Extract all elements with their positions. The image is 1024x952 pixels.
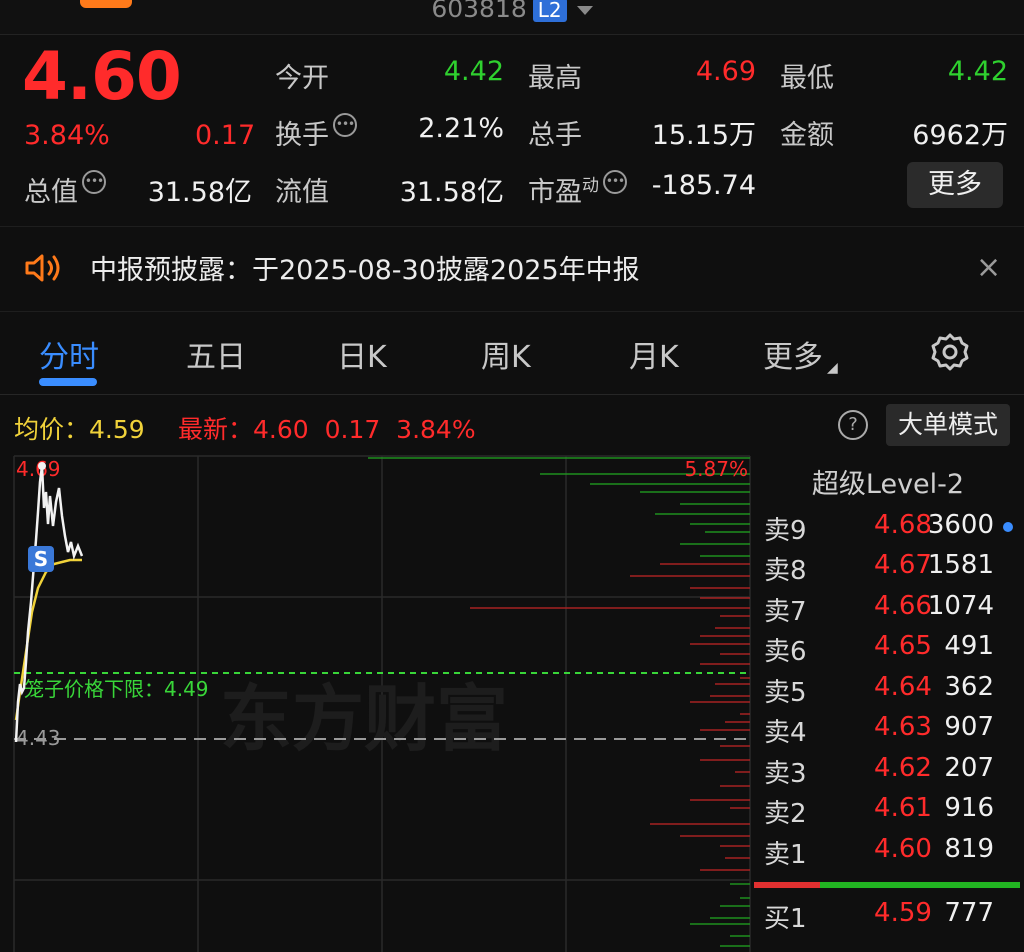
stock-code: 603818 [431,0,527,23]
total-value: 31.58亿 [147,177,252,208]
base-price-label: 4.43 [16,726,61,750]
buy-ratio-bar [820,882,1020,888]
amount-value: 6962万 [912,120,1008,151]
tab-five-day[interactable]: 五日 [186,332,246,376]
upper-percent-label: 5.87% [684,457,748,481]
info-icon[interactable]: ••• [603,170,627,194]
help-icon[interactable]: ? [838,410,868,440]
latest-price-info: 最新：4.60 0.17 3.84% [178,415,476,444]
low-value: 4.42 [947,56,1008,87]
float-value: 31.58亿 [399,177,504,208]
ask-row-4[interactable]: 卖4 4.63 907 [752,712,1024,752]
gear-icon[interactable] [930,332,970,372]
triangle-icon: ◢ [827,360,838,376]
amount-label: 金额 [780,120,834,151]
chevron-down-icon[interactable] [576,5,593,15]
sell-ratio-bar [754,882,820,888]
info-icon[interactable]: ••• [82,170,106,194]
turnover-value: 2.21% [418,113,504,144]
notice-text[interactable]: 中报预披露：于2025-08-30披露2025年中报 [90,248,640,287]
intraday-chart-svg: 东方财富 笼子价格下限：4.49 4.43 4.69 5.87% S [13,455,751,952]
stock-code-header[interactable]: 603818 L2 [0,0,1024,23]
open-label: 今开 [275,63,329,94]
pe-sup: 动 [582,176,599,196]
tab-daily-k[interactable]: 日K [337,332,387,376]
l2-badge: L2 [532,0,567,22]
big-order-mode-button[interactable]: 大单模式 [886,404,1010,446]
ask-row-9[interactable]: 卖9 4.68 3600 [752,510,1024,550]
tab-weekly-k[interactable]: 周K [481,332,531,376]
volume-label: 总手 [528,120,582,151]
watermark: 东方财富 [220,677,508,761]
ask-row-1[interactable]: 卖1 4.60 819 [752,834,1024,874]
change-amount: 0.17 [195,120,256,151]
more-button[interactable]: 更多 [907,162,1003,208]
volume-value: 15.15万 [651,120,756,151]
pe-label: 市盈动 ••• [528,170,627,209]
high-price-label: 4.69 [16,457,61,481]
low-label: 最低 [780,63,834,94]
lower-limit-label: 笼子价格下限：4.49 [24,677,209,701]
ask-row-6[interactable]: 卖6 4.65 491 [752,631,1024,671]
average-price-label: 均价：4.59 [14,415,145,444]
close-icon[interactable]: × [976,250,1001,285]
ask-row-8[interactable]: 卖8 4.67 1581 [752,550,1024,590]
float-value-label: 流值 [275,177,329,208]
order-book-title: 超级Level-2 [811,469,965,500]
info-icon[interactable]: ••• [333,113,357,137]
ask-row-7[interactable]: 卖7 4.66 1074 [752,591,1024,631]
speaker-icon [25,254,60,282]
sell-marker-label: S [34,547,48,571]
turnover-label: 换手 ••• [275,113,357,152]
high-value: 4.69 [695,56,756,87]
ask-row-2[interactable]: 卖2 4.61 916 [752,793,1024,833]
total-value-label: 总值 ••• [24,170,106,209]
tab-more[interactable]: 更多 ◢ [763,332,838,376]
high-marker [38,462,46,470]
high-label: 最高 [528,63,582,94]
ask-row-5[interactable]: 卖5 4.64 362 [752,672,1024,712]
ask-row-3[interactable]: 卖3 4.62 207 [752,753,1024,793]
open-value: 4.42 [443,56,504,87]
active-tab-indicator [39,378,97,386]
pe-value: -185.74 [651,170,756,201]
change-percent: 3.84% [24,120,110,151]
intraday-chart[interactable]: 东方财富 笼子价格下限：4.49 4.43 4.69 5.87% S [0,452,752,952]
current-price: 4.60 [22,38,182,115]
tab-monthly-k[interactable]: 月K [629,332,679,376]
tab-intraday[interactable]: 分时 [39,332,99,376]
bid-row-1[interactable]: 买1 4.59 777 [752,898,1024,938]
